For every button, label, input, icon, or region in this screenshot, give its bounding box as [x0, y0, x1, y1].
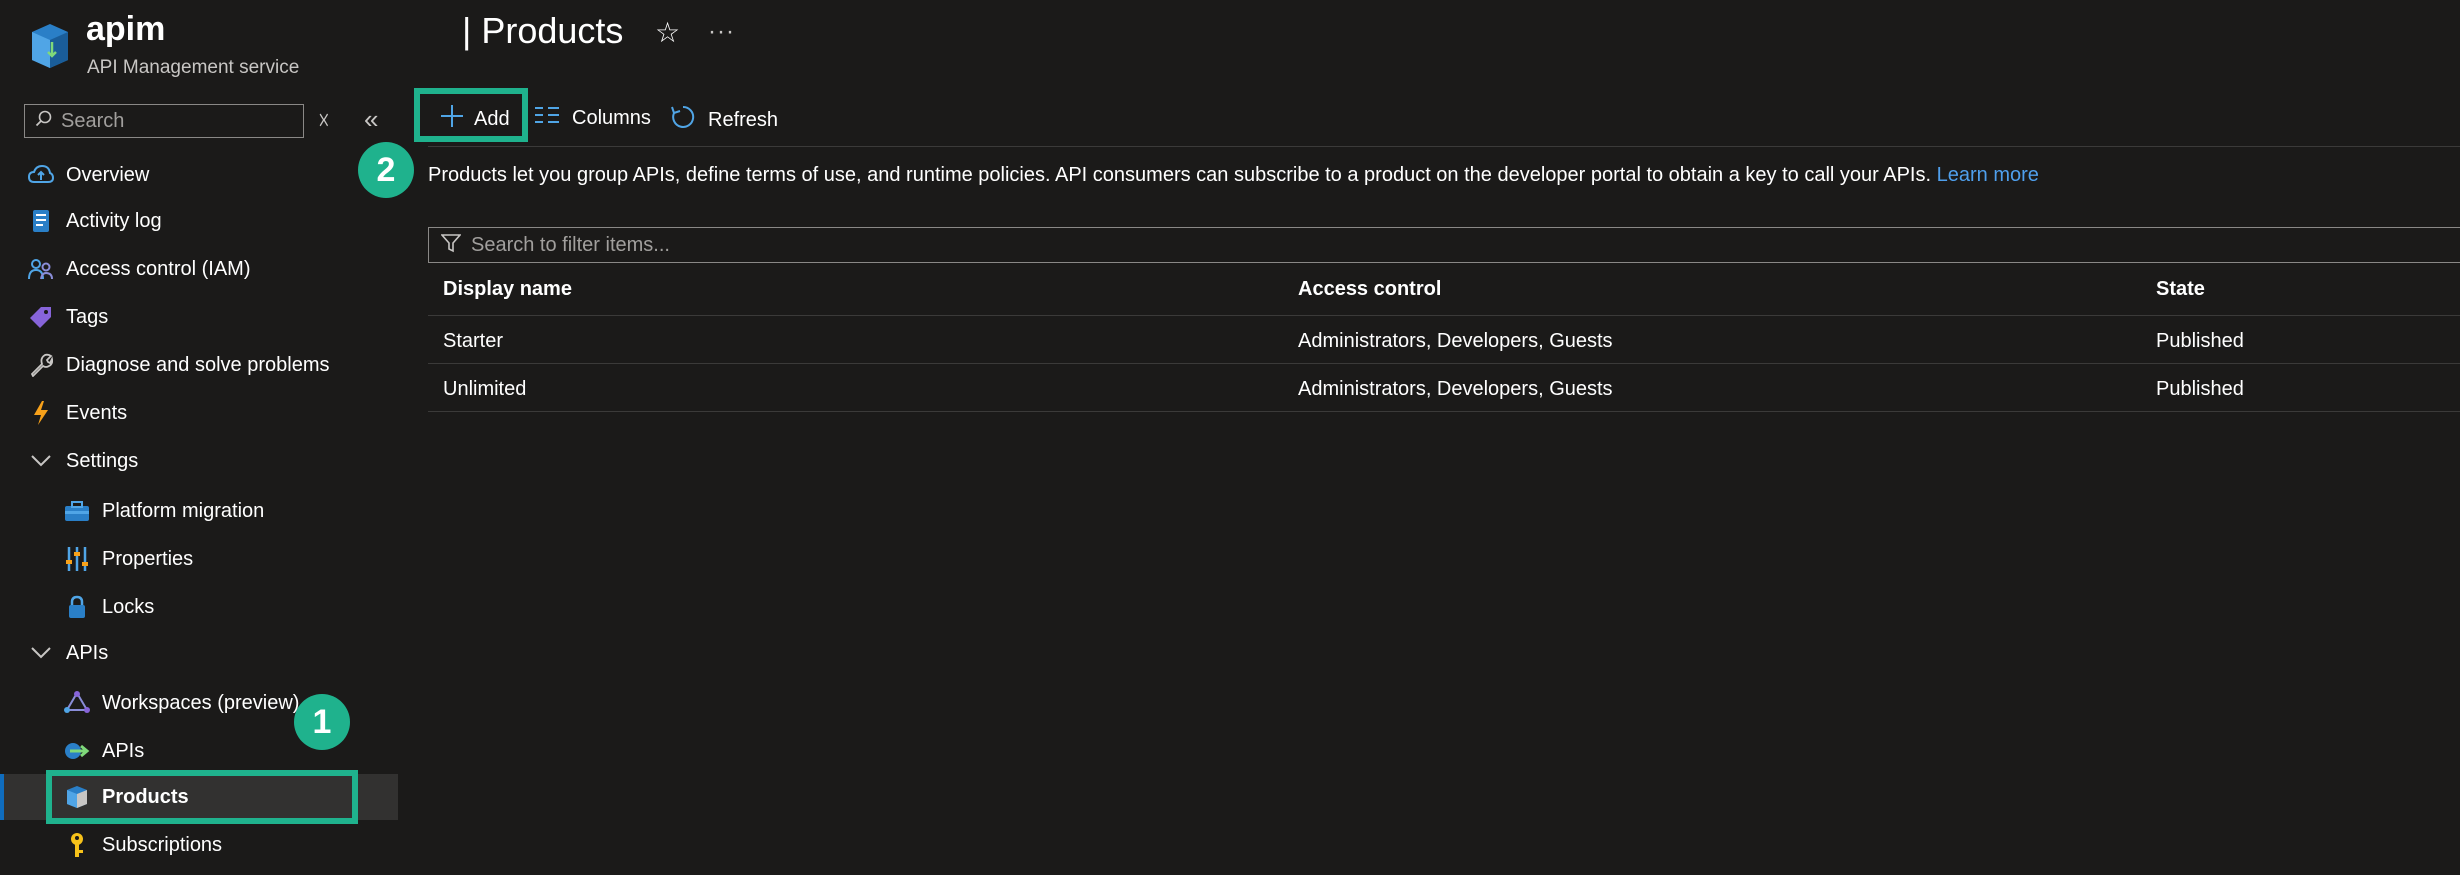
activity-log-icon — [28, 208, 54, 234]
sidebar-item-access-control[interactable]: Access control (IAM) — [0, 246, 398, 292]
row-unlimited-access: Administrators, Developers, Guests — [1298, 378, 1613, 400]
description-text: Products let you group APIs, define term… — [428, 164, 1932, 186]
sidebar-item-label: APIs — [102, 739, 145, 762]
filter-icon — [440, 233, 462, 258]
column-header-access-control[interactable]: Access control — [1298, 278, 1441, 301]
filter-placeholder: Search to filter items... — [471, 233, 670, 256]
sidebar-item-label: Properties — [102, 547, 194, 570]
clear-search-icon[interactable]: ☓ — [318, 108, 330, 134]
refresh-icon — [670, 104, 696, 136]
sidebar-group-settings[interactable]: Settings — [0, 438, 398, 484]
resource-type: API Management service — [87, 57, 300, 78]
sidebar-item-label: APIs — [66, 641, 109, 664]
sidebar-item-activity-log[interactable]: Activity log — [0, 198, 398, 244]
sidebar-item-events[interactable]: Events — [0, 390, 398, 436]
sidebar-item-properties[interactable]: Properties — [0, 536, 398, 582]
row-starter-name[interactable]: Starter — [443, 330, 503, 353]
row-starter-access: Administrators, Developers, Guests — [1298, 330, 1613, 352]
more-options-icon[interactable]: ··· — [708, 18, 735, 46]
step-2-badge: 2 — [358, 142, 414, 198]
sidebar-item-label: Subscriptions — [102, 833, 223, 856]
step-1-badge: 1 — [294, 694, 350, 750]
resource-name: apim — [86, 10, 166, 48]
toolbar-divider — [428, 146, 2460, 147]
sidebar-item-locks[interactable]: Locks — [0, 584, 398, 630]
sidebar-item-subscriptions[interactable]: Subscriptions — [0, 822, 398, 868]
add-button[interactable]: Add — [440, 104, 510, 134]
page-title: | Products — [462, 10, 624, 51]
products-highlight-box — [46, 770, 358, 824]
lock-icon — [64, 594, 90, 620]
chevron-down-icon — [28, 448, 54, 474]
header-divider — [428, 315, 2460, 316]
sidebar-item-label: Settings — [66, 449, 139, 472]
sidebar-item-label: Locks — [102, 595, 155, 618]
sidebar-item-platform-migration[interactable]: Platform migration — [0, 488, 398, 534]
sidebar-item-label: Overview — [66, 163, 150, 186]
products-description: Products let you group APIs, define term… — [428, 164, 2039, 187]
wrench-icon — [28, 352, 54, 378]
learn-more-link[interactable]: Learn more — [1937, 164, 2039, 186]
sidebar-item-overview[interactable]: Overview — [0, 152, 398, 198]
filter-input[interactable]: Search to filter items... — [428, 227, 2460, 263]
key-icon — [64, 832, 90, 858]
search-icon — [35, 110, 53, 133]
refresh-button-label: Refresh — [708, 108, 779, 131]
columns-icon — [534, 104, 560, 132]
sliders-icon — [64, 546, 90, 572]
columns-button[interactable]: Columns — [534, 104, 651, 132]
api-arrow-icon — [64, 738, 90, 764]
columns-button-label: Columns — [572, 106, 651, 129]
row-unlimited-name[interactable]: Unlimited — [443, 378, 526, 401]
sidebar-item-diagnose[interactable]: Diagnose and solve problems — [0, 342, 398, 388]
refresh-button[interactable]: Refresh — [670, 104, 778, 136]
column-header-display-name[interactable]: Display name — [443, 278, 572, 301]
column-header-state[interactable]: State — [2156, 278, 2205, 301]
api-management-logo-icon — [28, 22, 72, 70]
sidebar-item-label: Platform migration — [102, 499, 265, 522]
sidebar-item-tags[interactable]: Tags — [0, 294, 398, 340]
sidebar-item-label: Workspaces (preview) — [102, 691, 300, 714]
chevron-down-icon — [28, 640, 54, 666]
sidebar-item-label: Events — [66, 401, 128, 424]
cloud-icon — [28, 162, 54, 188]
people-icon — [28, 256, 54, 282]
row-divider — [428, 363, 2460, 364]
row-unlimited-state: Published — [2156, 378, 2244, 400]
workspaces-icon — [64, 690, 90, 716]
row-starter-state: Published — [2156, 330, 2244, 352]
sidebar-group-apis[interactable]: APIs — [0, 630, 398, 676]
toolbox-icon — [64, 498, 90, 524]
sidebar-item-label: Activity log — [66, 209, 162, 232]
collapse-sidebar-icon[interactable]: « — [364, 104, 378, 135]
sidebar-search-input[interactable]: Search — [24, 104, 304, 138]
active-indicator — [0, 774, 4, 820]
favorite-star-icon[interactable]: ☆ — [655, 16, 680, 49]
sidebar-item-label: Tags — [66, 305, 109, 328]
plus-icon — [440, 104, 464, 134]
sidebar-item-label: Diagnose and solve problems — [66, 353, 330, 376]
row-divider — [428, 411, 2460, 412]
sidebar-item-label: Access control (IAM) — [66, 257, 251, 280]
lightning-icon — [28, 400, 54, 426]
sidebar-search-placeholder: Search — [61, 109, 125, 132]
add-button-label: Add — [474, 107, 510, 130]
tag-icon — [28, 304, 54, 330]
